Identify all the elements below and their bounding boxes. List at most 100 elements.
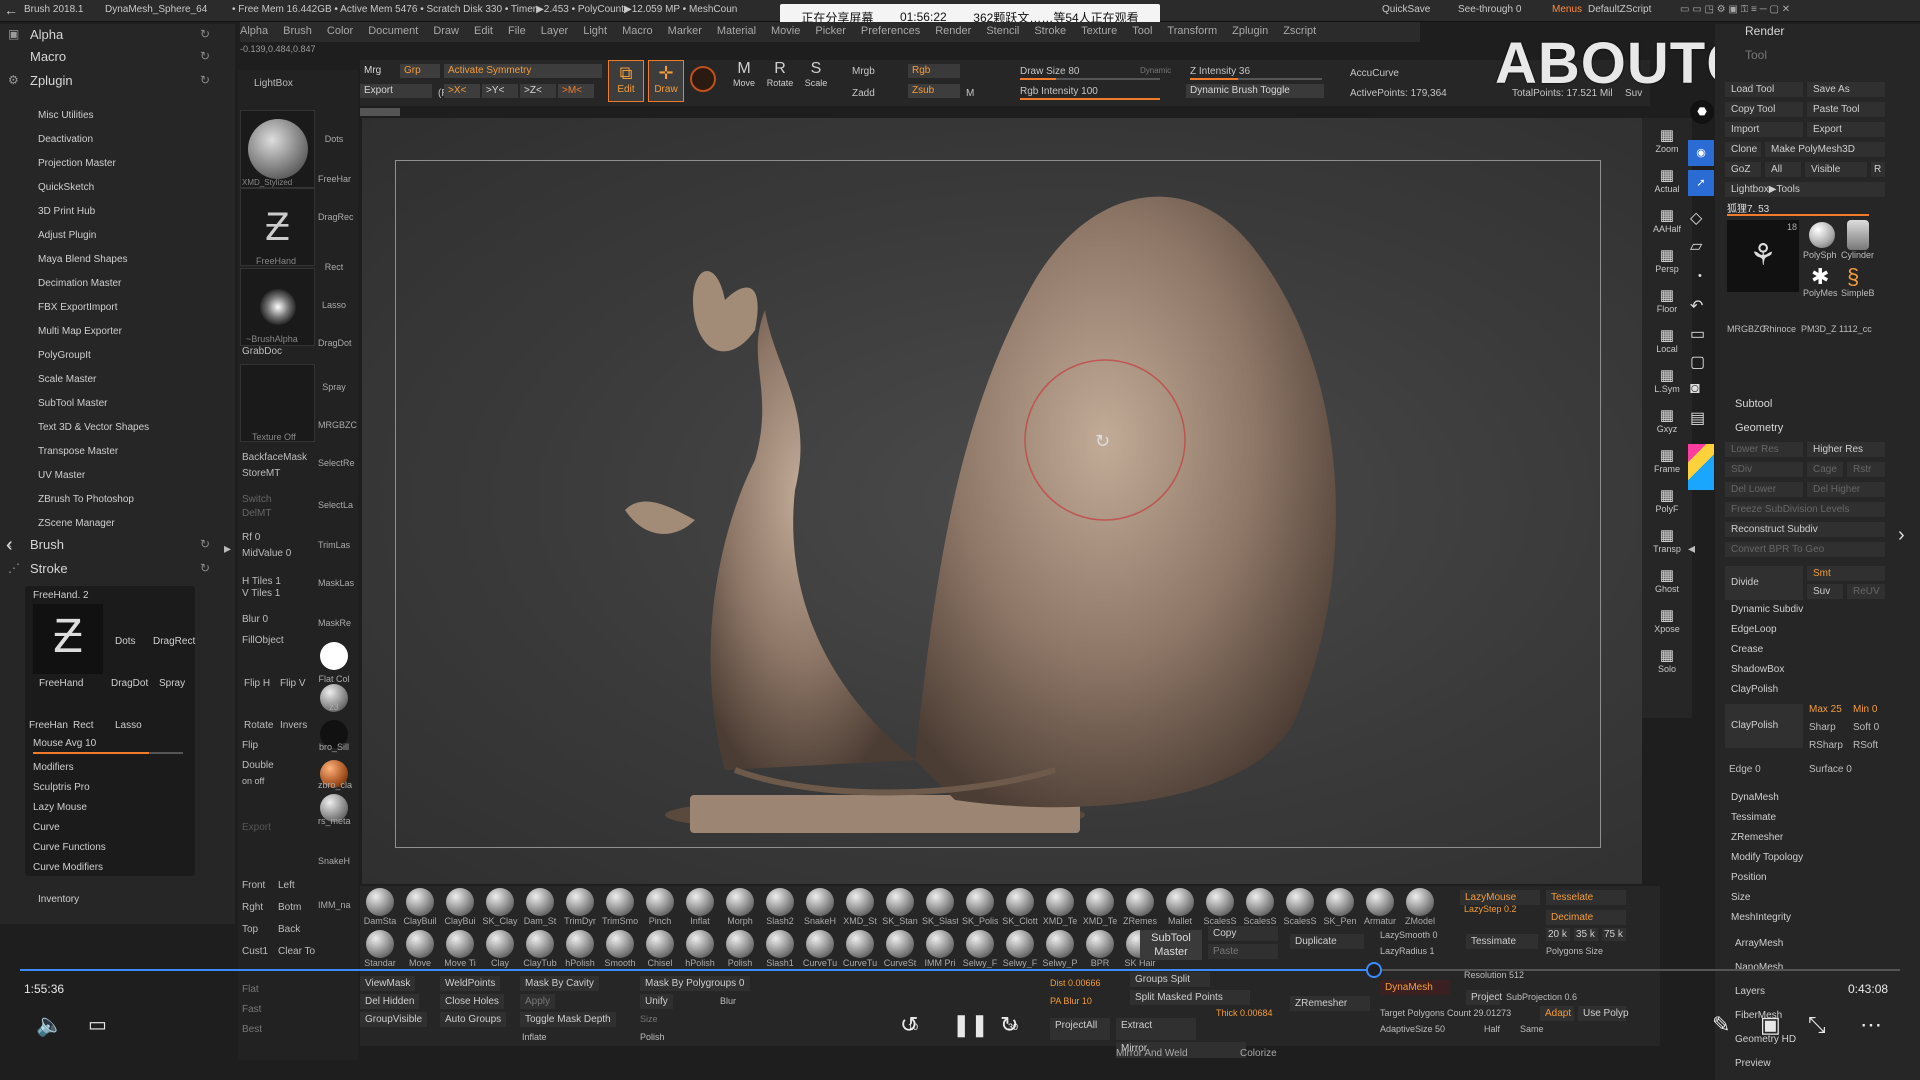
- max-slider[interactable]: Max 25: [1809, 704, 1842, 715]
- m-button[interactable]: M: [966, 88, 974, 99]
- poly-35k-button[interactable]: 35 k: [1574, 928, 1598, 941]
- reconstruct-subdiv-button[interactable]: Reconstruct Subdiv: [1725, 522, 1885, 537]
- default-zscript-button[interactable]: DefaultZScript: [1588, 4, 1651, 15]
- eraser-icon[interactable]: ◇: [1690, 208, 1702, 228]
- edge-slider[interactable]: Edge 0: [1729, 764, 1761, 775]
- brush-sphere-icon[interactable]: [1366, 888, 1394, 916]
- brush-sphere-icon[interactable]: [366, 888, 394, 916]
- polygons-size-slider[interactable]: Polygons Size: [1546, 946, 1603, 956]
- brush-sphere-icon[interactable]: [526, 930, 554, 958]
- clipboard-icon[interactable]: ▤: [1690, 408, 1705, 428]
- brush-sphere-icon[interactable]: [726, 888, 754, 916]
- select-icon[interactable]: ➚: [1688, 170, 1714, 196]
- smt-toggle[interactable]: Smt: [1807, 566, 1885, 581]
- geometry-subitem[interactable]: Size: [1731, 892, 1750, 903]
- surface-slider[interactable]: Surface 0: [1809, 764, 1852, 775]
- blur-slider[interactable]: Blur 0: [242, 614, 268, 625]
- brush-sphere-icon[interactable]: [406, 888, 434, 916]
- pip-icon[interactable]: ▣: [1760, 1012, 1781, 1038]
- dots-stroke-icon[interactable]: Dots: [318, 134, 350, 144]
- lasso-stroke[interactable]: Lasso: [115, 720, 142, 731]
- snakehook-brush[interactable]: SnakeH: [318, 856, 350, 866]
- menu-file[interactable]: File: [508, 22, 526, 37]
- brush-sphere-icon[interactable]: [1006, 888, 1034, 916]
- menu-transform[interactable]: Transform: [1167, 22, 1217, 37]
- brush-sphere-icon[interactable]: [1286, 888, 1314, 916]
- brush-sphere-icon[interactable]: [686, 930, 714, 958]
- alpha-palette-header[interactable]: ▣ Alpha ↻: [8, 24, 218, 44]
- auto-groups-button[interactable]: Auto Groups: [440, 1012, 507, 1027]
- geometry-subitem[interactable]: Tessimate: [1731, 812, 1776, 823]
- brush-sphere-icon[interactable]: [726, 930, 754, 958]
- sdiv-slider[interactable]: SDiv: [1725, 462, 1803, 477]
- mrgbz-brush[interactable]: MRGBZC: [318, 420, 357, 430]
- plugin-item[interactable]: PolyGroupIt: [38, 350, 91, 361]
- refresh-icon[interactable]: ↻: [200, 561, 210, 575]
- draw-size-slider[interactable]: Draw Size 80: [1020, 66, 1079, 77]
- brush-sphere-icon[interactable]: [846, 930, 874, 958]
- lower-res-button[interactable]: Lower Res: [1725, 442, 1803, 457]
- menu-material[interactable]: Material: [717, 22, 756, 37]
- clone-button[interactable]: Clone: [1725, 142, 1761, 157]
- seethrough-slider[interactable]: See-through 0: [1458, 4, 1521, 15]
- plugin-item[interactable]: Misc Utilities: [38, 110, 94, 121]
- reuv-toggle[interactable]: ReUV: [1847, 584, 1885, 599]
- macro-palette-header[interactable]: Macro ↻: [8, 46, 218, 66]
- rgb-intensity-track[interactable]: [1020, 98, 1160, 100]
- next-chevron-icon[interactable]: ›: [1898, 524, 1905, 547]
- edit-mode-button[interactable]: ⧉ Edit: [608, 60, 644, 102]
- close-holes-button[interactable]: Close Holes: [440, 994, 504, 1009]
- view-button-lsym[interactable]: ▦ L.Sym: [1646, 366, 1688, 394]
- preview-header[interactable]: Preview: [1735, 1058, 1771, 1069]
- flipv-button[interactable]: Flip V: [280, 678, 306, 689]
- polysphere-thumb[interactable]: [1809, 222, 1835, 248]
- menu-preferences[interactable]: Preferences: [861, 22, 920, 37]
- mask-by-cavity-button[interactable]: Mask By Cavity: [520, 976, 599, 991]
- brush-sphere-icon[interactable]: [446, 888, 474, 916]
- front-button[interactable]: Front: [242, 880, 265, 891]
- polymesh-star-thumb[interactable]: ✱: [1811, 264, 1829, 290]
- subtool-master-button[interactable]: SubTool Master: [1140, 930, 1202, 960]
- polish-slider[interactable]: Polish: [640, 1032, 665, 1042]
- fillobject-button[interactable]: FillObject: [242, 635, 284, 646]
- suv-toggle[interactable]: Suv: [1807, 584, 1843, 599]
- divide-button[interactable]: Divide: [1725, 566, 1803, 600]
- brush-sphere-icon[interactable]: [1046, 930, 1074, 958]
- poly-75k-button[interactable]: 75 k: [1602, 928, 1626, 941]
- sculpt-model[interactable]: ↻: [395, 160, 1601, 848]
- plugin-item[interactable]: Projection Master: [38, 158, 116, 169]
- dragdot-stroke[interactable]: DragDot: [111, 678, 148, 689]
- subprojection-slider[interactable]: SubProjection 0.6: [1506, 992, 1577, 1002]
- inflate-slider[interactable]: Inflate: [522, 1032, 547, 1042]
- video-progress-knob[interactable]: [1365, 962, 1382, 978]
- grabdoc-button[interactable]: GrabDoc: [242, 346, 282, 357]
- geometry-subitem[interactable]: ShadowBox: [1731, 664, 1784, 675]
- menu-edit[interactable]: Edit: [474, 22, 493, 37]
- adaptive-size-slider[interactable]: AdaptiveSize 50: [1380, 1024, 1445, 1034]
- accucurve-button[interactable]: AccuCurve: [1350, 68, 1399, 79]
- freehand-stroke-small[interactable]: FreeHar: [318, 174, 351, 184]
- best-button[interactable]: Best: [242, 1024, 262, 1035]
- htiles-slider[interactable]: H Tiles 1: [242, 576, 281, 587]
- zadd-button[interactable]: Zadd: [852, 88, 875, 99]
- geometry-header[interactable]: Geometry: [1735, 422, 1783, 434]
- plugin-item[interactable]: ZScene Manager: [38, 518, 115, 529]
- plugin-item[interactable]: Decimation Master: [38, 278, 121, 289]
- trash-icon[interactable]: ▭: [1690, 324, 1705, 344]
- brush-sphere-icon[interactable]: [766, 888, 794, 916]
- size-slider[interactable]: Size: [640, 1014, 658, 1024]
- symmetry-m-button[interactable]: >M<: [558, 84, 594, 98]
- activate-symmetry-button[interactable]: Activate Symmetry: [444, 64, 602, 78]
- brush-sphere-icon[interactable]: [886, 930, 914, 958]
- view-button-zoom[interactable]: ▦ Zoom: [1646, 126, 1688, 154]
- mouse-avg-track[interactable]: [33, 752, 183, 754]
- thick-slider[interactable]: Thick 0.00684: [1216, 1008, 1273, 1018]
- brush-sphere-icon[interactable]: [486, 930, 514, 958]
- rsoft-slider[interactable]: RSoft: [1853, 740, 1878, 751]
- brush-sphere-icon[interactable]: [1166, 888, 1194, 916]
- scroll-indicator[interactable]: [360, 108, 400, 116]
- view-button-floor[interactable]: ▦ Floor: [1646, 286, 1688, 314]
- top-button[interactable]: Top: [242, 924, 258, 935]
- target-polygons-slider[interactable]: Target Polygons Count 29.01273: [1380, 1008, 1511, 1018]
- flip-button[interactable]: Flip: [242, 740, 258, 751]
